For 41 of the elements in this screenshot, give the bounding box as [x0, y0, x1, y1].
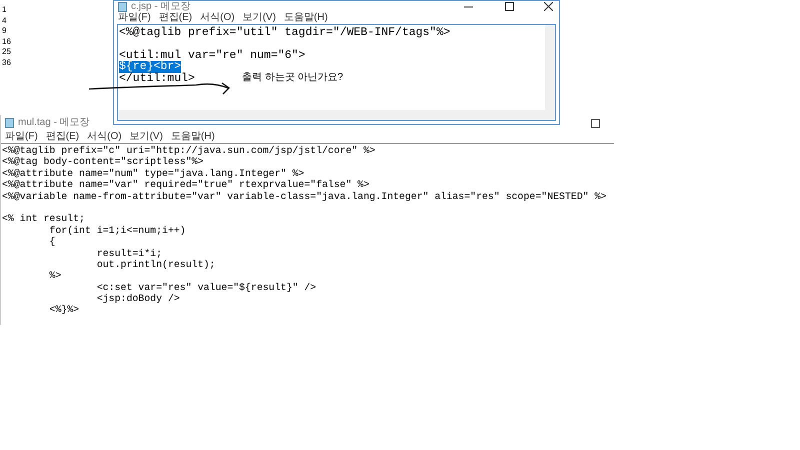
code-line: <%@taglib prefix="c" uri="http://java.sun.com/jsp/jstl/core" %>	[2, 145, 376, 156]
code-line: <c:set var="res" value="${result}" />	[96, 282, 316, 294]
output-number: 16	[2, 36, 11, 47]
menu-item[interactable]: 보기(V)	[242, 12, 276, 24]
code-line: result=i*i;	[96, 248, 162, 259]
code-line: out.println(result);	[96, 258, 216, 270]
output-number: 1	[2, 5, 8, 16]
output-number: 25	[2, 47, 11, 58]
maximize-icon[interactable]	[505, 2, 514, 11]
menu-item[interactable]: 파일(F)	[118, 12, 151, 24]
code-line: <%@attribute name="num" type="java.lang.Integer" %>	[2, 168, 304, 180]
close-icon[interactable]	[544, 2, 553, 11]
output-number: 36	[2, 58, 11, 68]
output-number: 9	[2, 26, 8, 36]
menu-item[interactable]: 편집(E)	[158, 12, 192, 24]
annotation-text: 출력 하는곳 아닌가요?	[242, 72, 344, 84]
code-line: <%@attribute name="var" required="true" rtexprvalue="false" %>	[2, 179, 370, 191]
menu-item[interactable]: 도움말(H)	[284, 12, 328, 24]
menu-item[interactable]: 파일(F)	[5, 131, 38, 143]
code-line: <%}%>	[48, 304, 80, 316]
menu-item[interactable]: 서식(O)	[87, 131, 122, 143]
code-line: {	[48, 236, 56, 248]
window-title: c.jsp - 메모장	[131, 1, 190, 12]
output-number: 4	[2, 16, 8, 26]
code-line: <%@taglib prefix="util" tagdir="/WEB-INF/tags"%>	[119, 27, 450, 38]
code-line: <%@tag body-content="scriptless"%>	[2, 156, 204, 168]
code-line: <%@variable name-from-attribute="var" variable-class="java.lang.Integer" alias="res" scope="NESTED" %>	[2, 190, 606, 202]
menu-item[interactable]: 편집(E)	[46, 131, 80, 143]
window-title: mul.tag - 메모장	[18, 117, 90, 129]
maximize-icon[interactable]	[591, 118, 600, 128]
code-line: <% int result;	[2, 213, 85, 225]
code-line: for(int i=1;i<=num;i++)	[48, 224, 186, 236]
code-line: <util:mul var="re" num="6">	[119, 50, 306, 62]
menu-item[interactable]: 보기(V)	[130, 131, 163, 143]
code-line: <jsp:doBody />	[96, 293, 180, 304]
menu-item[interactable]: 도움말(H)	[170, 131, 215, 143]
notepad-icon	[118, 2, 127, 12]
code-line: %>	[48, 270, 62, 282]
code-line: </util:mul>	[119, 72, 195, 84]
menu-item[interactable]: 서식(O)	[200, 12, 235, 24]
notepad-icon	[5, 118, 14, 128]
